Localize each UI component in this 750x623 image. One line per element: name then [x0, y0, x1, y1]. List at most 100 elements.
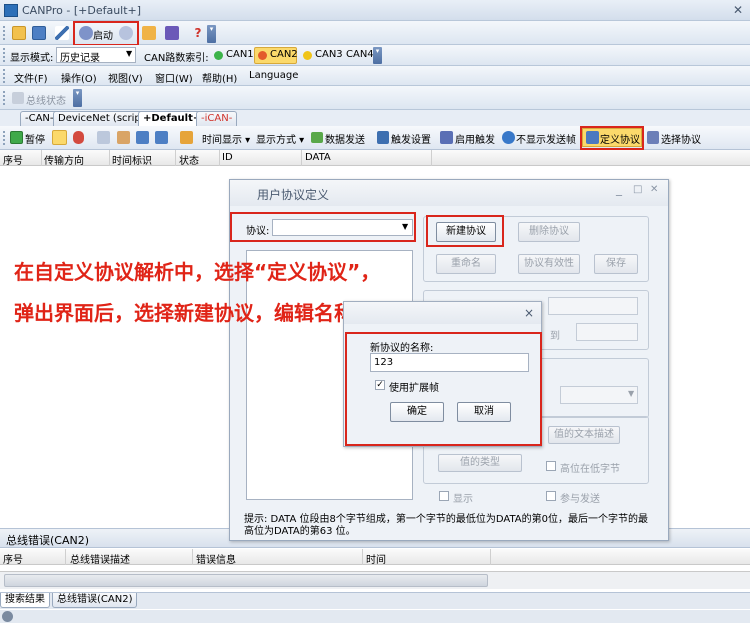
pause-icon[interactable]	[10, 131, 23, 144]
col-separator[interactable]	[219, 150, 220, 166]
can3-button[interactable]: CAN3	[315, 49, 343, 60]
col-separator[interactable]	[490, 549, 491, 565]
trigger-settings-icon[interactable]	[377, 131, 389, 144]
save-icon[interactable]	[136, 131, 149, 144]
col-direction[interactable]: 传输方向	[44, 152, 84, 167]
value-text-desc-button[interactable]: 值的文本描述	[548, 426, 620, 444]
help-icon[interactable]: ?	[189, 24, 207, 41]
clear-icon[interactable]	[52, 130, 67, 145]
trigger-settings-button[interactable]: 触发设置	[391, 131, 431, 146]
col-data[interactable]: DATA	[305, 152, 331, 163]
paste-icon[interactable]	[117, 131, 130, 144]
join-send-checkbox[interactable]	[546, 491, 556, 501]
tab-bus-error[interactable]: 总线错误(CAN2)	[52, 593, 138, 608]
err-col-description[interactable]: 总线错误描述	[70, 551, 130, 566]
show-checkbox[interactable]	[439, 491, 449, 501]
display-mode-select[interactable]: 历史记录 ▼	[56, 47, 136, 64]
col-index[interactable]: 序号	[3, 152, 23, 167]
displaybar-grip[interactable]	[3, 48, 7, 62]
col-separator[interactable]	[65, 549, 66, 565]
enable-trigger-icon[interactable]	[440, 131, 453, 144]
menu-view[interactable]: 视图(V)	[108, 70, 143, 85]
can2-button[interactable]: CAN2	[270, 49, 298, 60]
high-bit-low-byte-checkbox[interactable]	[546, 461, 556, 471]
new-protocol-dialog: × 新协议的名称: 123 ✓ 使用扩展帧 确定 取消	[343, 301, 542, 447]
bus-error-hscrollbar[interactable]	[0, 571, 750, 589]
menu-language[interactable]: Language	[249, 70, 298, 81]
data-send-icon[interactable]	[311, 132, 323, 143]
col-separator[interactable]	[362, 549, 363, 565]
maximize-icon[interactable]: □	[633, 184, 642, 195]
tab-search-results[interactable]: 搜索结果	[0, 593, 50, 608]
menu-file[interactable]: 文件(F)	[14, 70, 48, 85]
save-disk-icon[interactable]	[30, 24, 48, 41]
display-mode-dropdown[interactable]: 显示方式 ▾	[256, 131, 304, 146]
delete-protocol-button[interactable]: 删除协议	[518, 222, 580, 242]
rename-button[interactable]: 重命名	[436, 254, 496, 274]
col-id[interactable]: ID	[222, 152, 233, 163]
end-bit-input[interactable]	[576, 323, 638, 341]
save-as-icon[interactable]	[155, 131, 168, 144]
menu-bar: 文件(F) 操作(O) 视图(V) 窗口(W) 帮助(H) Language	[0, 66, 750, 86]
can4-button[interactable]: CAN4	[346, 49, 374, 60]
select-protocol-button[interactable]: 选择协议	[661, 131, 701, 146]
annotation-line-2: 弹出界面后，选择新建协议，编辑名称，	[14, 301, 374, 325]
col-separator[interactable]	[41, 150, 42, 166]
copy-icon[interactable]	[97, 131, 110, 144]
col-separator[interactable]	[192, 549, 193, 565]
save-button[interactable]: 保存	[594, 254, 638, 274]
col-separator[interactable]	[431, 150, 432, 166]
data-send-button[interactable]: 数据发送	[325, 131, 365, 146]
close-icon[interactable]: ✕	[650, 184, 658, 195]
busstatus-grip[interactable]	[3, 91, 7, 105]
pause-button[interactable]: 暂停	[25, 131, 45, 146]
display-mode-button-label: 显示方式	[256, 135, 296, 146]
tab-ican[interactable]: -iCAN-	[196, 111, 238, 126]
can2-status-dot	[258, 51, 267, 60]
close-window-icon[interactable]: ✕	[733, 3, 743, 17]
col-status[interactable]: 状态	[179, 152, 199, 167]
err-col-index[interactable]: 序号	[3, 551, 23, 566]
col-separator[interactable]	[175, 150, 176, 166]
select-protocol-icon[interactable]	[647, 131, 659, 144]
col-separator[interactable]	[301, 150, 302, 166]
col-separator[interactable]	[109, 150, 110, 166]
busstatus-overflow-chevron[interactable]: ▾	[73, 89, 82, 107]
package-icon[interactable]	[180, 131, 193, 144]
col-timestamp[interactable]: 时间标识	[112, 152, 152, 167]
field-name-input[interactable]	[548, 297, 638, 315]
can3-status-dot	[303, 51, 312, 60]
protocol-validity-button[interactable]: 协议有效性	[518, 254, 580, 274]
minimize-icon[interactable]: _	[616, 182, 622, 196]
new-protocol-redbox	[426, 215, 504, 247]
err-col-info[interactable]: 错误信息	[196, 551, 236, 566]
menu-help[interactable]: 帮助(H)	[202, 70, 237, 85]
record-icon[interactable]	[73, 131, 84, 144]
scroll-thumb[interactable]	[4, 574, 488, 587]
toolbar-overflow-chevron[interactable]: ▾	[207, 25, 216, 43]
display-mode-label: 显示模式:	[10, 53, 54, 64]
toolbar-grip[interactable]	[3, 26, 7, 40]
book-icon[interactable]	[163, 24, 181, 41]
displaybar-overflow-chevron[interactable]: ▾	[373, 47, 382, 64]
menu-window[interactable]: 窗口(W)	[155, 70, 193, 85]
menu-operation[interactable]: 操作(O)	[61, 70, 97, 85]
menubar-grip[interactable]	[3, 69, 7, 83]
enable-trigger-button[interactable]: 启用触发	[455, 131, 495, 146]
dialog-titlebar[interactable]: 用户协议定义 _ □ ✕	[230, 180, 668, 206]
type-select[interactable]: ▼	[560, 386, 638, 404]
frametoolbar-grip[interactable]	[3, 131, 7, 145]
bus-status-label[interactable]: 总线状态	[26, 92, 66, 107]
hide-send-frames-button[interactable]: 不显示发送帧	[516, 131, 576, 146]
hide-send-icon[interactable]	[502, 131, 515, 144]
err-col-time[interactable]: 时间	[366, 551, 386, 566]
open-folder-icon[interactable]	[10, 24, 28, 41]
can1-button[interactable]: CAN1	[226, 49, 254, 60]
pen-icon[interactable]	[53, 24, 71, 41]
subdialog-titlebar[interactable]	[344, 302, 541, 324]
value-type-button[interactable]: 值的类型	[438, 454, 522, 472]
time-display-dropdown[interactable]: 时间显示 ▾	[202, 131, 250, 146]
subdialog-close-icon[interactable]: ×	[524, 306, 534, 320]
chevron-down-icon: ▼	[126, 49, 133, 58]
brush-icon[interactable]	[140, 24, 158, 41]
